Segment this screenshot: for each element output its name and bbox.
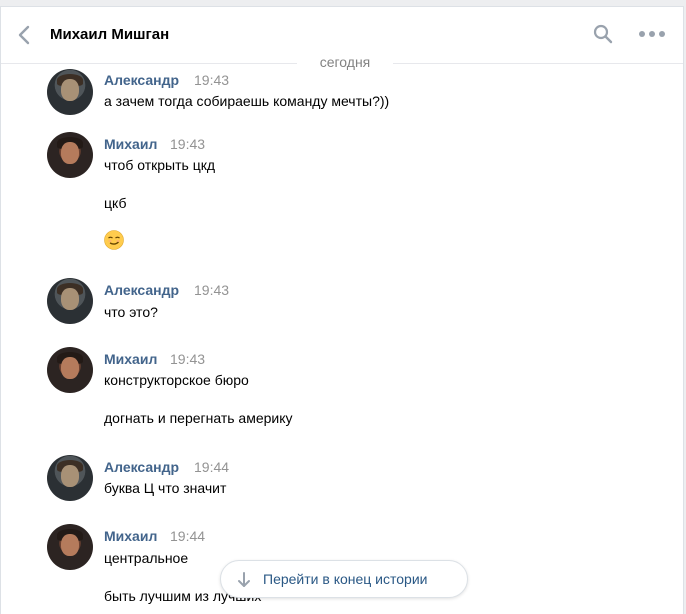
avatar[interactable] bbox=[47, 524, 93, 570]
scroll-to-end-button[interactable]: Перейти в конец истории bbox=[220, 560, 468, 598]
message-time[interactable]: 19:44 bbox=[170, 528, 205, 544]
chat-panel: Александр 19:43 а зачем тогда собираешь … bbox=[0, 6, 684, 614]
message-text: буква Ц что значит bbox=[104, 480, 227, 496]
scroll-to-end-label: Перейти в конец истории bbox=[263, 571, 428, 587]
avatar[interactable] bbox=[47, 69, 93, 115]
search-icon[interactable] bbox=[593, 24, 613, 44]
message-author[interactable]: Михаил bbox=[104, 136, 157, 152]
message-author[interactable]: Александр bbox=[104, 282, 179, 298]
more-horizontal-icon[interactable] bbox=[637, 27, 667, 41]
date-separator: сегодня bbox=[297, 54, 393, 72]
message-author[interactable]: Михаил bbox=[104, 351, 157, 367]
message-author[interactable]: Александр bbox=[104, 459, 179, 475]
page-title[interactable]: Михаил Мишган bbox=[50, 26, 169, 43]
message-text: а зачем тогда собираешь команду мечты?)) bbox=[104, 93, 390, 109]
arrow-down-icon bbox=[238, 572, 250, 587]
message-text: цкб bbox=[104, 195, 127, 211]
avatar[interactable] bbox=[47, 278, 93, 324]
smirk-emoji-icon bbox=[104, 230, 124, 250]
message-time[interactable]: 19:43 bbox=[170, 136, 205, 152]
avatar[interactable] bbox=[47, 347, 93, 393]
chevron-left-icon[interactable] bbox=[15, 24, 35, 46]
message-text: конструкторское бюро bbox=[104, 372, 249, 388]
message-text: центральное bbox=[104, 550, 189, 566]
message-text: догнать и перегнать америку bbox=[104, 410, 293, 426]
avatar[interactable] bbox=[47, 132, 93, 178]
message-author[interactable]: Михаил bbox=[104, 528, 157, 544]
message-time[interactable]: 19:43 bbox=[194, 282, 229, 298]
avatar[interactable] bbox=[47, 455, 93, 501]
message-text: чтоб открыть цкд bbox=[104, 157, 216, 173]
message-author[interactable]: Александр bbox=[104, 72, 179, 88]
message-time[interactable]: 19:44 bbox=[194, 459, 229, 475]
message-time[interactable]: 19:43 bbox=[170, 351, 205, 367]
message-time[interactable]: 19:43 bbox=[194, 72, 229, 88]
message-text: что это? bbox=[104, 304, 158, 320]
